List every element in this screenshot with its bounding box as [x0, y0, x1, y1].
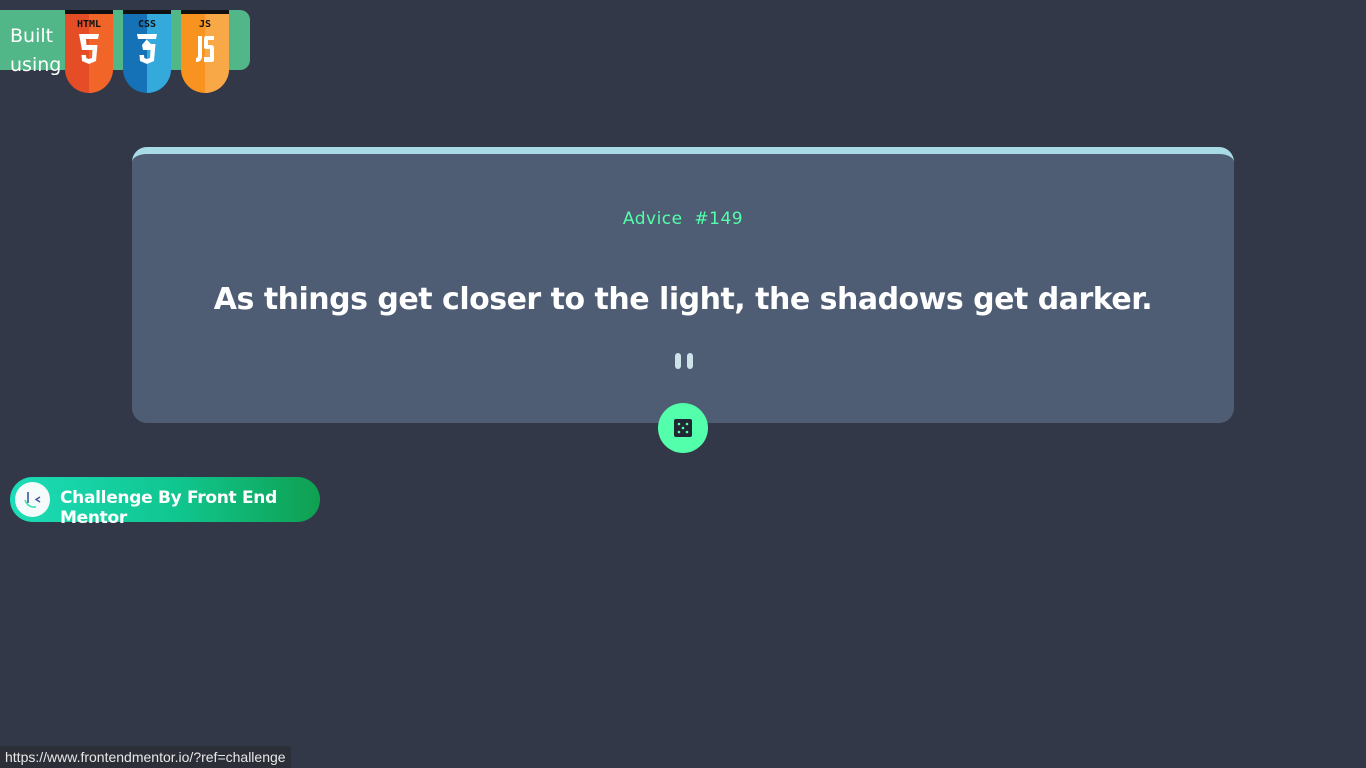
svg-text:JS: JS: [199, 19, 211, 30]
built-using-label: Built using: [10, 22, 61, 80]
advice-quote: As things get closer to the light, the s…: [213, 282, 1153, 317]
status-bar-url: https://www.frontendmentor.io/?ref=chall…: [0, 746, 291, 768]
dice-icon: [674, 419, 692, 437]
dice-button[interactable]: [658, 403, 708, 453]
js-shield-icon: JS: [181, 10, 229, 93]
advice-id: Advice #149: [622, 209, 744, 229]
challenge-link[interactable]: Challenge By Front End Mentor: [10, 477, 320, 528]
svg-text:CSS: CSS: [138, 19, 156, 30]
pause-divider-icon: [673, 353, 695, 369]
advice-card: Advice #149 As things get closer to the …: [132, 147, 1234, 423]
challenge-label: Challenge By Front End Mentor: [60, 488, 277, 528]
using-label: using: [10, 54, 62, 76]
svg-text:HTML: HTML: [77, 19, 101, 30]
css3-shield-icon: CSS: [123, 10, 171, 93]
frontend-mentor-logo-icon: [15, 482, 50, 517]
html5-shield-icon: HTML: [65, 10, 113, 93]
built-label: Built: [10, 25, 54, 47]
